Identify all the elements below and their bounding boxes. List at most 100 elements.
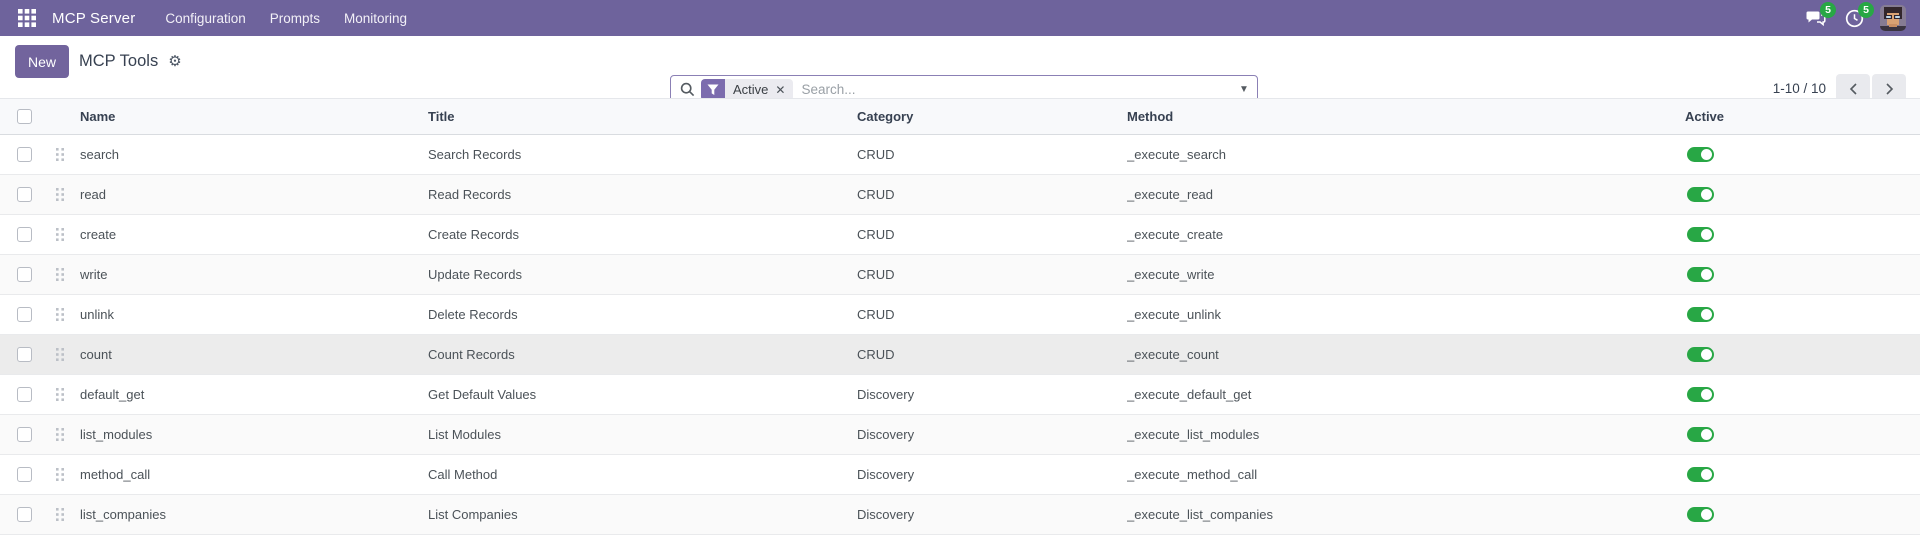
pager-range: 1-10 / 10 xyxy=(1772,81,1826,96)
row-checkbox[interactable] xyxy=(16,227,32,242)
cell-category: Discovery xyxy=(857,507,915,522)
active-toggle[interactable] xyxy=(1687,347,1714,362)
table-row[interactable]: read Read Records CRUD _execute_read xyxy=(0,175,1920,215)
cell-name: list_modules xyxy=(80,427,153,442)
table-row[interactable]: write Update Records CRUD _execute_write xyxy=(0,255,1920,295)
active-toggle[interactable] xyxy=(1687,427,1714,442)
cell-name: write xyxy=(80,267,108,282)
drag-handle-icon[interactable] xyxy=(56,347,65,362)
app-name[interactable]: MCP Server xyxy=(50,10,145,27)
drag-handle-icon[interactable] xyxy=(56,147,65,162)
cell-title: List Modules xyxy=(428,427,501,442)
search-icon xyxy=(680,82,695,97)
cell-method: _execute_write xyxy=(1127,267,1215,282)
row-select-cell xyxy=(0,267,48,282)
column-header-category[interactable]: Category xyxy=(857,109,1127,124)
new-button[interactable]: New xyxy=(15,45,70,78)
row-checkbox[interactable] xyxy=(16,267,32,282)
active-toggle[interactable] xyxy=(1687,187,1714,202)
table-row[interactable]: method_call Call Method Discovery _execu… xyxy=(0,455,1920,495)
active-toggle[interactable] xyxy=(1687,227,1714,242)
cell-method: _execute_list_modules xyxy=(1127,427,1260,442)
cell-name: read xyxy=(80,187,107,202)
drag-handle-icon[interactable] xyxy=(56,187,65,202)
active-toggle[interactable] xyxy=(1687,507,1714,522)
cell-active xyxy=(1685,427,1920,442)
active-toggle[interactable] xyxy=(1687,267,1714,282)
drag-handle-icon[interactable] xyxy=(56,427,65,442)
cell-active xyxy=(1685,387,1920,402)
row-checkbox[interactable] xyxy=(16,147,32,162)
cell-title: Get Default Values xyxy=(428,387,537,402)
row-checkbox[interactable] xyxy=(16,507,32,522)
cell-title: Search Records xyxy=(428,147,522,162)
navbar-right: 5 5 xyxy=(1804,2,1920,31)
row-checkbox[interactable] xyxy=(16,347,32,362)
cell-name: create xyxy=(80,227,117,242)
table-row[interactable]: search Search Records CRUD _execute_sear… xyxy=(0,135,1920,175)
cell-title: Count Records xyxy=(428,347,515,362)
row-handle-cell xyxy=(48,267,80,282)
cell-name: method_call xyxy=(80,467,151,482)
column-header-name[interactable]: Name xyxy=(80,109,428,124)
row-checkbox[interactable] xyxy=(16,467,32,482)
row-checkbox[interactable] xyxy=(16,387,32,402)
active-toggle[interactable] xyxy=(1687,387,1714,402)
cell-active xyxy=(1685,507,1920,522)
row-checkbox[interactable] xyxy=(16,427,32,442)
drag-handle-icon[interactable] xyxy=(56,267,65,282)
table-row[interactable]: unlink Delete Records CRUD _execute_unli… xyxy=(0,295,1920,335)
drag-handle-icon[interactable] xyxy=(56,507,65,522)
cell-name: unlink xyxy=(80,307,114,322)
row-select-cell xyxy=(0,467,48,482)
cell-title: Update Records xyxy=(428,267,522,282)
menu-prompts[interactable]: Prompts xyxy=(258,2,332,35)
table-row[interactable]: default_get Get Default Values Discovery… xyxy=(0,375,1920,415)
row-handle-cell xyxy=(48,307,80,322)
column-header-title[interactable]: Title xyxy=(428,109,857,124)
cell-active xyxy=(1685,227,1920,242)
row-select-cell xyxy=(0,187,48,202)
cell-method: _execute_search xyxy=(1127,147,1227,162)
activities-button[interactable]: 5 xyxy=(1842,2,1874,30)
column-header-method[interactable]: Method xyxy=(1127,109,1685,124)
table-row[interactable]: list_modules List Modules Discovery _exe… xyxy=(0,415,1920,455)
user-avatar[interactable] xyxy=(1880,5,1906,31)
messages-button[interactable]: 5 xyxy=(1804,2,1836,30)
gear-icon[interactable]: ⚙ xyxy=(168,54,181,69)
active-toggle[interactable] xyxy=(1687,467,1714,482)
table-row[interactable]: list_companies List Companies Discovery … xyxy=(0,495,1920,535)
table-body: search Search Records CRUD _execute_sear… xyxy=(0,135,1920,535)
select-all-checkbox[interactable] xyxy=(16,109,32,124)
active-filter-label: Active xyxy=(733,82,769,97)
cell-title: List Companies xyxy=(428,507,518,522)
cell-method: _execute_create xyxy=(1127,227,1224,242)
drag-handle-icon[interactable] xyxy=(56,467,65,482)
cell-category: CRUD xyxy=(857,347,895,362)
breadcrumb: New MCP Tools ⚙ xyxy=(15,45,182,78)
table-row[interactable]: count Count Records CRUD _execute_count xyxy=(0,335,1920,375)
row-checkbox[interactable] xyxy=(16,307,32,322)
drag-handle-icon[interactable] xyxy=(56,387,65,402)
row-select-cell xyxy=(0,347,48,362)
drag-handle-icon[interactable] xyxy=(56,307,65,322)
messages-badge: 5 xyxy=(1820,2,1836,18)
apps-menu-icon[interactable] xyxy=(12,5,42,31)
drag-handle-icon[interactable] xyxy=(56,227,65,242)
search-input[interactable] xyxy=(801,82,1231,97)
cell-category: Discovery xyxy=(857,387,915,402)
menu-monitoring[interactable]: Monitoring xyxy=(332,2,419,35)
cell-category: Discovery xyxy=(857,467,915,482)
cell-method: _execute_default_get xyxy=(1127,387,1252,402)
active-toggle[interactable] xyxy=(1687,307,1714,322)
menu-configuration[interactable]: Configuration xyxy=(153,2,257,35)
row-handle-cell xyxy=(48,347,80,362)
row-select-cell xyxy=(0,147,48,162)
table-row[interactable]: create Create Records CRUD _execute_crea… xyxy=(0,215,1920,255)
navbar-menus: Configuration Prompts Monitoring xyxy=(153,2,419,35)
active-toggle[interactable] xyxy=(1687,147,1714,162)
row-checkbox[interactable] xyxy=(16,187,32,202)
remove-filter-icon[interactable]: ✕ xyxy=(775,84,785,96)
column-header-active[interactable]: Active xyxy=(1685,109,1920,124)
row-handle-cell xyxy=(48,387,80,402)
